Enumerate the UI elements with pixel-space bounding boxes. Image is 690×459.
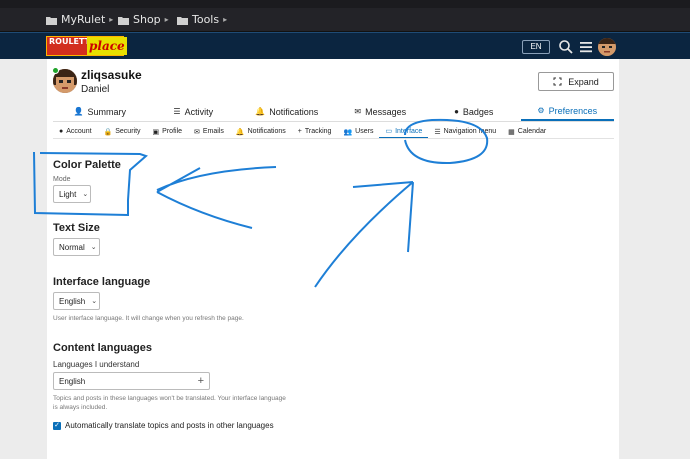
logo-top-text: ROULETTE <box>47 37 96 55</box>
chevron-right-icon: ▸ <box>223 15 228 24</box>
logo-bottom-text: place <box>87 37 127 55</box>
content-languages-help-line2: is always included. <box>53 404 108 411</box>
envelope-icon: ✉ <box>354 107 362 116</box>
page-gutter-left <box>0 59 47 459</box>
online-status-dot <box>52 67 59 74</box>
languages-understand-label: Languages I understand <box>53 360 140 369</box>
subtab-users[interactable]: 👥 Users <box>337 125 379 138</box>
content-languages-title: Content languages <box>53 342 153 354</box>
site-header: ROULETTE place EN <box>0 32 690 59</box>
plus-icon[interactable]: + <box>198 375 204 387</box>
hamburger-menu-icon[interactable] <box>578 39 594 55</box>
desktop-icon: ▭ <box>385 128 393 135</box>
content-languages-input[interactable]: English + <box>53 372 210 390</box>
subtab-emails[interactable]: ✉ Emails <box>188 125 230 138</box>
gear-icon: ⚙ <box>537 106 545 115</box>
subtab-navigation-menu[interactable]: ☰ Navigation menu <box>428 125 502 138</box>
text-size-select[interactable]: Normal ⌄ <box>53 238 100 256</box>
tab-notifications[interactable]: 🔔 Notifications <box>240 102 334 121</box>
site-logo[interactable]: ROULETTE place <box>46 36 127 56</box>
subtab-tracking[interactable]: + Tracking <box>292 125 338 138</box>
subtab-account[interactable]: ● Account <box>53 125 98 138</box>
avatar-face-icon <box>598 38 616 56</box>
preferences-sub-tabs: ● Account 🔒 Security ▣ Profile ✉ Emails 🔔 Not… <box>53 125 614 139</box>
list-icon: ☰ <box>173 107 181 116</box>
bell-icon: 🔔 <box>255 107 266 116</box>
expand-button[interactable]: Expand <box>538 72 614 91</box>
calendar-icon: ▦ <box>508 128 515 136</box>
chevron-right-icon: ▸ <box>164 15 169 24</box>
interface-language-select[interactable]: English ⌄ <box>53 292 100 310</box>
color-mode-select[interactable]: Light ⌄ <box>53 185 91 203</box>
tab-activity[interactable]: ☰ Activity <box>147 102 241 121</box>
tab-summary[interactable]: 👤 Summary <box>53 102 147 121</box>
auto-translate-label: Automatically translate topics and posts… <box>65 421 274 430</box>
annotation-arrow-up <box>314 181 414 288</box>
language-button[interactable]: EN <box>522 40 550 54</box>
color-palette-title: Color Palette <box>53 159 121 171</box>
menu-icon: ☰ <box>434 128 441 136</box>
search-icon[interactable] <box>558 39 574 55</box>
content-languages-help-line1: Topics and posts in these languages won'… <box>53 395 286 402</box>
interface-language-help: User interface language. It will change … <box>53 315 244 322</box>
annotation-arrow-left <box>156 166 277 229</box>
bookmarks-bar: MyRulet ▸ Shop ▸ Tools ▸ <box>0 8 690 32</box>
tab-preferences[interactable]: ⚙ Preferences <box>520 102 614 121</box>
subtab-interface[interactable]: ▭ Interface <box>379 125 429 138</box>
lock-icon: 🔒 <box>103 128 113 136</box>
chevron-right-icon: ▸ <box>109 15 114 24</box>
mode-label: Mode <box>53 176 71 183</box>
profile-username: zliqsasuke <box>81 68 142 82</box>
subtab-notifications[interactable]: 🔔 Notifications <box>230 125 292 138</box>
tab-badges[interactable]: ● Badges <box>427 102 521 121</box>
badge-icon: ● <box>454 107 459 116</box>
profile-realname: Daniel <box>81 84 110 95</box>
browser-tab-strip <box>0 0 690 8</box>
page-gutter-right <box>619 59 690 459</box>
user-avatar[interactable] <box>598 38 616 56</box>
auto-translate-checkbox[interactable]: ✓ <box>53 421 61 430</box>
text-size-title: Text Size <box>53 222 100 234</box>
users-icon: 👥 <box>343 128 353 136</box>
chevron-down-icon: ⌄ <box>82 191 89 198</box>
folder-icon <box>118 16 129 25</box>
id-card-icon: ▣ <box>152 128 160 136</box>
user-icon: 👤 <box>73 107 84 116</box>
plus-icon: + <box>297 128 302 135</box>
folder-icon <box>46 16 57 25</box>
subtab-calendar[interactable]: ▦ Calendar <box>502 125 552 138</box>
auto-translate-row[interactable]: ✓ Automatically translate topics and pos… <box>53 421 274 430</box>
subtab-profile[interactable]: ▣ Profile <box>147 125 188 138</box>
chevron-down-icon: ⌄ <box>90 244 97 251</box>
bookmark-myrulet[interactable]: MyRulet ▸ <box>46 13 113 26</box>
profile-main-tabs: 👤 Summary ☰ Activity 🔔 Notifications ✉ M… <box>53 102 614 122</box>
subtab-security[interactable]: 🔒 Security <box>98 125 147 138</box>
interface-language-title: Interface language <box>53 276 151 288</box>
bell-icon: 🔔 <box>235 128 245 136</box>
account-icon: ● <box>59 128 64 135</box>
expand-icon <box>553 77 562 86</box>
bookmark-tools[interactable]: Tools ▸ <box>177 13 227 26</box>
envelope-icon: ✉ <box>194 128 200 136</box>
tab-messages[interactable]: ✉ Messages <box>334 102 428 121</box>
folder-icon <box>177 16 188 25</box>
chevron-down-icon: ⌄ <box>91 298 98 305</box>
bookmark-shop[interactable]: Shop ▸ <box>118 13 169 26</box>
